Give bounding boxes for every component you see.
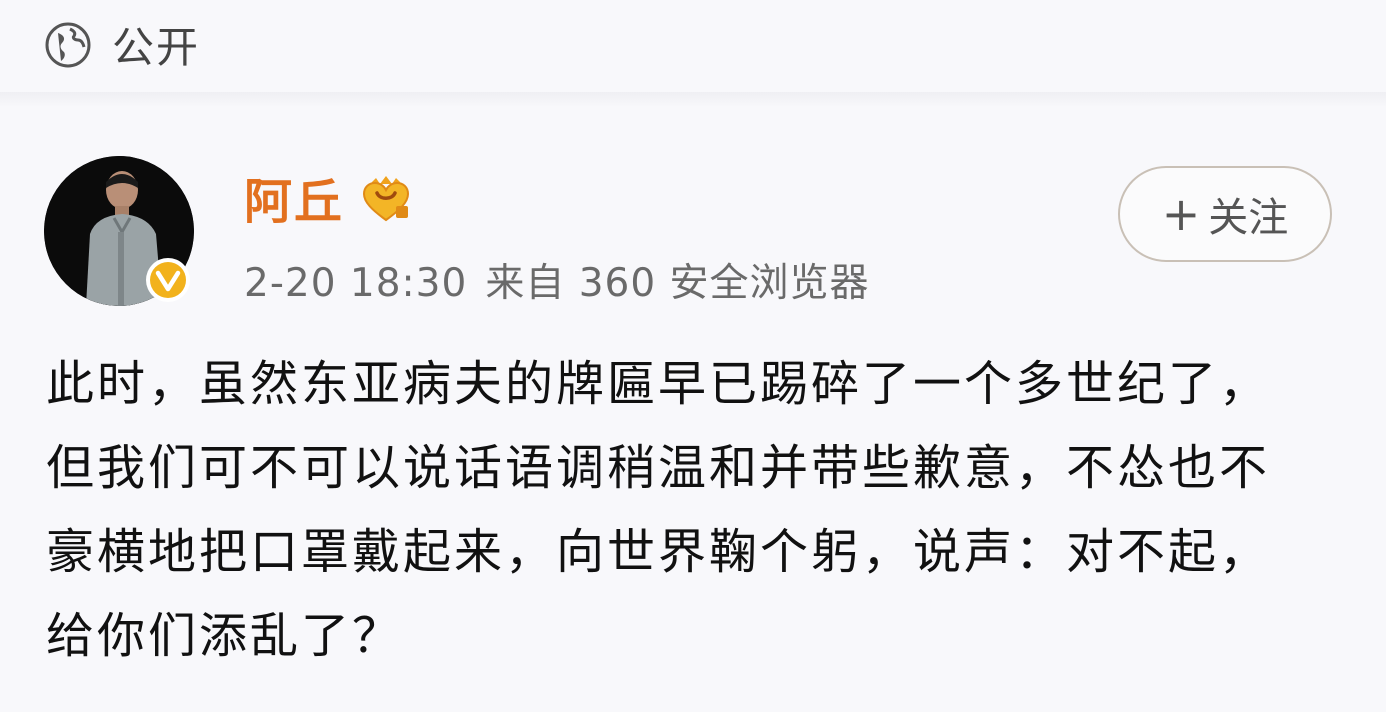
follow-label: 关注 [1208, 195, 1289, 241]
post-time: 2-20 18:30 [244, 261, 468, 306]
avatar[interactable] [44, 156, 194, 306]
verified-badge-icon [146, 258, 190, 302]
visibility-indicator[interactable]: 公开 [44, 14, 200, 75]
crown-heart-icon[interactable] [358, 170, 414, 226]
post-card: 阿丘 2-20 18:30 来自 360 安全浏览器 + 关注 此时，虽然东亚病夫… [0, 106, 1386, 712]
post-text: 此时，虽然东亚病夫的牌匾早已踢碎了一个多世纪了，但我们可不可以说话语调稍温和并带… [46, 356, 1271, 664]
plus-icon: + [1161, 187, 1201, 241]
post-meta: 2-20 18:30 来自 360 安全浏览器 [244, 252, 870, 308]
section-divider [0, 92, 1386, 106]
visibility-label: 公开 [112, 23, 201, 72]
globe-icon [45, 22, 91, 67]
author-name[interactable]: 阿丘 [244, 162, 344, 232]
post-source[interactable]: 来自 360 安全浏览器 [485, 261, 869, 306]
visibility-bar: 公开 [0, 0, 1386, 92]
follow-button[interactable]: + 关注 [1118, 166, 1332, 262]
